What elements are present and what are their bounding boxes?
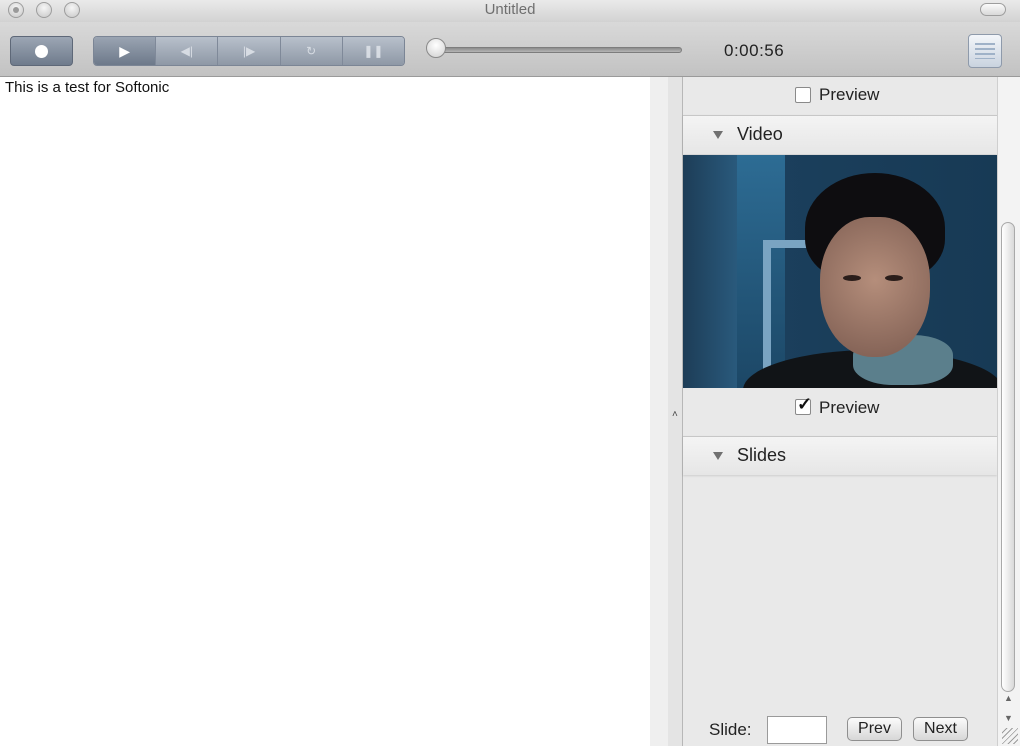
side-panel: Preview Video Preview Slides Slide: bbox=[683, 77, 997, 746]
transport-controls: ▶ ◀| |▶ ↻ ❚❚ bbox=[93, 36, 405, 66]
video-preview bbox=[683, 155, 997, 388]
next-slide-button[interactable]: Next bbox=[913, 717, 968, 741]
record-icon bbox=[35, 45, 48, 58]
panel-scrollbar[interactable]: ▲ ▼ bbox=[997, 77, 1020, 746]
editor-text: This is a test for Softonic bbox=[5, 79, 170, 96]
prev-slide-button[interactable]: Prev bbox=[847, 717, 902, 741]
title-bar: Untitled bbox=[0, 0, 1020, 23]
window-title: Untitled bbox=[484, 1, 536, 18]
slide-navigation: Slide: Prev Next bbox=[683, 708, 997, 746]
scrubber-thumb[interactable] bbox=[426, 38, 446, 58]
disclosure-triangle-icon[interactable] bbox=[713, 452, 723, 460]
timecode: 0:00:56 bbox=[724, 41, 785, 60]
toolbar: ▶ ◀| |▶ ↻ ❚❚ 0:00:56 bbox=[0, 22, 1020, 77]
rewind-button[interactable]: ◀| bbox=[156, 37, 219, 65]
pause-button[interactable]: ❚❚ bbox=[342, 37, 404, 65]
notes-button[interactable] bbox=[968, 34, 1002, 68]
top-preview-checkbox[interactable] bbox=[795, 87, 811, 103]
text-editor[interactable]: This is a test for Softonic bbox=[0, 77, 651, 746]
app-window: Untitled ▶ ◀| |▶ ↻ ❚❚ 0:00:56 This is a … bbox=[0, 0, 1020, 746]
slide-label: Slide: bbox=[709, 720, 752, 739]
pause-icon: ❚❚ bbox=[363, 44, 384, 58]
toolbar-toggle-button[interactable] bbox=[980, 3, 1006, 16]
notes-icon bbox=[975, 43, 995, 59]
resize-grip-icon[interactable] bbox=[1002, 728, 1018, 744]
fast-forward-icon: |▶ bbox=[242, 44, 256, 58]
scroll-up-arrow-icon[interactable]: ▲ bbox=[1004, 693, 1013, 703]
play-icon: ▶ bbox=[119, 42, 130, 59]
video-preview-checkbox[interactable] bbox=[795, 394, 812, 415]
video-section-title: Video bbox=[737, 124, 783, 144]
rewind-icon: ◀| bbox=[180, 44, 193, 58]
disclosure-triangle-icon[interactable] bbox=[713, 131, 723, 139]
loop-icon: ↻ bbox=[306, 44, 317, 58]
editor-scrollbar[interactable] bbox=[650, 77, 669, 746]
slides-section-header[interactable]: Slides bbox=[683, 436, 997, 475]
splitter-grip-icon: ˄ bbox=[672, 409, 678, 420]
top-preview-label: Preview bbox=[819, 85, 880, 104]
slides-section-title: Slides bbox=[737, 445, 787, 465]
playback-scrubber[interactable] bbox=[430, 47, 682, 53]
video-preview-label: Preview bbox=[819, 398, 880, 417]
play-button[interactable]: ▶ bbox=[94, 37, 157, 65]
split-view-divider[interactable]: ˄ bbox=[668, 77, 683, 746]
panel-scrollbar-thumb[interactable] bbox=[1001, 222, 1015, 692]
video-section-header[interactable]: Video bbox=[683, 115, 997, 154]
scroll-down-arrow-icon[interactable]: ▼ bbox=[1004, 713, 1013, 723]
record-button[interactable] bbox=[10, 36, 73, 66]
top-preview-row: Preview bbox=[683, 77, 997, 115]
slide-number-input[interactable] bbox=[767, 716, 827, 744]
fast-forward-button[interactable]: |▶ bbox=[218, 37, 281, 65]
loop-button[interactable]: ↻ bbox=[280, 37, 343, 65]
video-preview-row: Preview bbox=[683, 389, 997, 427]
